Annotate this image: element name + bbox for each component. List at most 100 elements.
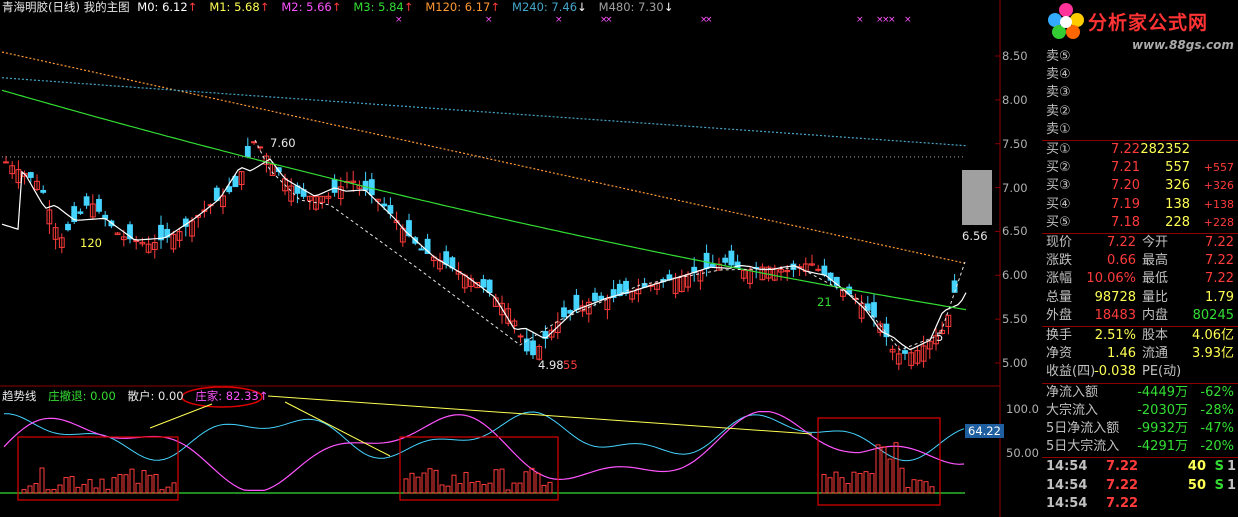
quote-value: 7.22 [1205,253,1234,269]
flower-logo-icon [1048,3,1084,39]
ma-direction-icon: ↑ [331,0,342,14]
ma-legend-value: M1: 5.68 [209,0,260,14]
quote-value: 18483 [1094,307,1136,323]
buy-level-row: 买① 7.22 282352 [1046,141,1236,159]
price-tick: 6.00 [1002,268,1028,282]
ma-direction-icon: ↑ [187,0,198,14]
histogram-bar [445,485,451,494]
histogram-bar [129,468,135,494]
histogram-bar [421,472,427,494]
sell-level-label: 卖③ [1046,85,1071,101]
quote-value: 80245 [1192,307,1234,323]
histogram-bar [863,471,869,494]
ma-legend-6: M480: 7.30↓ [599,0,682,14]
tick-side: S [1214,477,1224,493]
histogram-bar [869,473,875,494]
buy-level-change: +326 [1203,179,1234,193]
histogram-bar [403,478,409,494]
logo: 分析家公式网 www.88gs.com [1042,0,1238,52]
tick-time: 14:54 [1046,459,1088,475]
histogram-bar [93,487,99,494]
signal-x-marker: × [856,15,864,25]
fund-flow-percent: -20% [1200,439,1234,455]
histogram-bar [427,468,433,494]
ma-m240-line [1,77,967,147]
candle-body [102,214,109,220]
candle-body [486,279,493,293]
sell-level-row: 卖② [1046,103,1236,121]
histogram-bar [171,482,177,494]
tick-count: 1 [1226,459,1236,475]
histogram-bar [893,442,899,494]
histogram-bar [415,476,421,494]
candle-body [368,179,375,196]
quote-value: 7.22 [1107,235,1136,250]
tick-count: 1 [1226,477,1236,493]
quote-value: 7.22 [1205,271,1234,287]
quote-row: 现价 7.22 今开 7.22 [1046,234,1236,252]
fund-flow-label: 5日净流入额 [1046,421,1120,436]
ma-legend-value: M2: 5.66 [281,0,332,14]
fund-flow-row: 5日大宗流入 -4291万 -20% [1046,438,1236,456]
low-count-label: 55 [563,358,578,372]
histogram-bar [439,484,445,494]
histogram-bar [887,458,893,494]
histogram-bar [881,446,887,494]
signal-x-marker: × [555,15,563,25]
buy-level-row: 买④ 7.19 138 +138 [1046,196,1236,214]
buy-level-volume: 326 [1165,178,1190,194]
indicator-current-value: 64.22 [965,424,1004,438]
signal-x-marker: × [485,15,493,25]
histogram-bar [123,474,129,494]
price-tick: 6.50 [1002,224,1028,238]
pointer-arrow [284,401,391,457]
buy-level-price: 7.22 [1111,142,1140,157]
candle-body [821,265,828,276]
logo-text: 分析家公式网 [1088,12,1209,34]
quote-label: 涨幅 [1046,271,1073,287]
buy-level-price: 7.19 [1111,196,1140,212]
fund-flow-row: 大宗流入 -2030万 -28% [1046,402,1236,420]
histogram-bar [409,472,415,494]
price-tick: 8.50 [1002,49,1028,63]
main-chart-header: 青海明胶(日线) 我的主图 M0: 6.12↑ M1: 5.68↑ M2: 5.66… [2,0,689,15]
candle-body [561,307,567,318]
candle-body [381,203,388,207]
histogram-bar [75,486,81,494]
histogram-bar [57,484,63,494]
candle-body [213,187,220,201]
ma-legend-0: M0: 6.12↑ [137,0,205,14]
histogram-bar [529,467,535,494]
fund-flow-amount: -4449万 [1137,384,1188,400]
candle-body [573,294,580,311]
histogram-bar [63,477,69,494]
ma-legend-1: M1: 5.68↑ [209,0,277,14]
histogram-bar [827,477,833,494]
ma-direction-icon: ↑ [403,0,414,14]
candle-body [418,248,425,251]
pointer-arrow [267,395,813,435]
indicator-item-sanhu: 散户: 0.00 [127,389,184,403]
fundamental-label: 股本 [1142,328,1169,343]
chart-canvas[interactable]: × × × ×× ×× × ××× × [0,0,1040,517]
candle-body [722,257,729,263]
fundamental-label: 流通 [1142,346,1169,362]
ma-legend-5: M240: 7.46↓ [512,0,595,14]
quote-row: 总量 98728 量比 1.79 [1046,289,1236,307]
indicator-item-zhuangjia: 庄家: 82.33↑ [195,389,269,403]
ma-m3-line [1,89,967,311]
sell-level-label: 卖⑤ [1046,49,1071,64]
histogram-bar [117,473,123,494]
tick-row: 14:54 7.22 [1046,495,1236,513]
buy-level-price: 7.21 [1111,160,1140,176]
candle-body [480,279,487,288]
histogram-bar [923,481,929,494]
histogram-bar [517,482,523,494]
kline-chart-area[interactable]: × × × × × × × × × × × × 青海明胶(日线) 我的主图 M0: 6.12↑ M1: … [0,0,1040,517]
histogram-bar [45,489,51,494]
fund-flow-row: 净流入额 -4449万 -62% [1046,384,1236,402]
candle-body [65,223,71,231]
fund-flow-label: 5日大宗流入 [1046,439,1120,455]
quote-row: 涨跌 0.66 最高 7.22 [1046,252,1236,270]
quote-value: 98728 [1094,289,1136,305]
